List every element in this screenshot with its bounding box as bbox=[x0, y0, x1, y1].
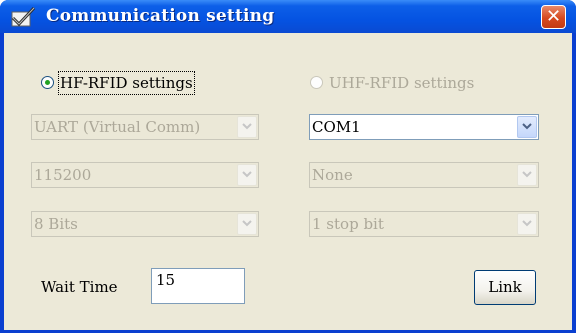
dialog-window: Communication setting ✕ HF-RFID settings… bbox=[0, 0, 576, 333]
wait-time-input[interactable]: 15 bbox=[151, 268, 245, 304]
hf-rfid-label: HF-RFID settings bbox=[58, 71, 195, 95]
title-bar[interactable]: Communication setting ✕ bbox=[0, 0, 576, 33]
link-button[interactable]: Link bbox=[474, 270, 536, 305]
dialog-body: HF-RFID settings UHF-RFID settings UART … bbox=[4, 33, 572, 330]
baud-rate-select[interactable]: 115200 bbox=[31, 162, 259, 188]
checkmark-settings-icon bbox=[11, 6, 36, 27]
chevron-down-icon bbox=[237, 164, 257, 186]
stop-bits-select[interactable]: 1 stop bit bbox=[309, 211, 539, 237]
close-icon: ✕ bbox=[545, 6, 562, 27]
window-title: Communication setting bbox=[46, 6, 275, 26]
radio-selected-icon bbox=[41, 76, 54, 89]
radio-unselected-icon bbox=[310, 76, 323, 89]
com-port-select[interactable]: COM1 bbox=[309, 114, 539, 140]
chevron-down-icon bbox=[517, 164, 537, 186]
stop-bits-value: 1 stop bit bbox=[312, 215, 384, 233]
uhf-rfid-label: UHF-RFID settings bbox=[329, 74, 475, 92]
chevron-down-icon bbox=[237, 213, 257, 235]
close-button[interactable]: ✕ bbox=[541, 5, 566, 29]
interface-value: UART (Virtual Comm) bbox=[34, 118, 201, 136]
data-bits-value: 8 Bits bbox=[34, 215, 78, 233]
parity-select[interactable]: None bbox=[309, 162, 539, 188]
data-bits-select[interactable]: 8 Bits bbox=[31, 211, 259, 237]
interface-select[interactable]: UART (Virtual Comm) bbox=[31, 114, 259, 140]
com-port-value: COM1 bbox=[312, 118, 361, 136]
chevron-down-icon bbox=[517, 213, 537, 235]
baud-rate-value: 115200 bbox=[34, 166, 92, 184]
chevron-down-icon bbox=[517, 116, 537, 138]
parity-value: None bbox=[312, 166, 353, 184]
wait-time-label: Wait Time bbox=[41, 278, 118, 296]
chevron-down-icon bbox=[237, 116, 257, 138]
